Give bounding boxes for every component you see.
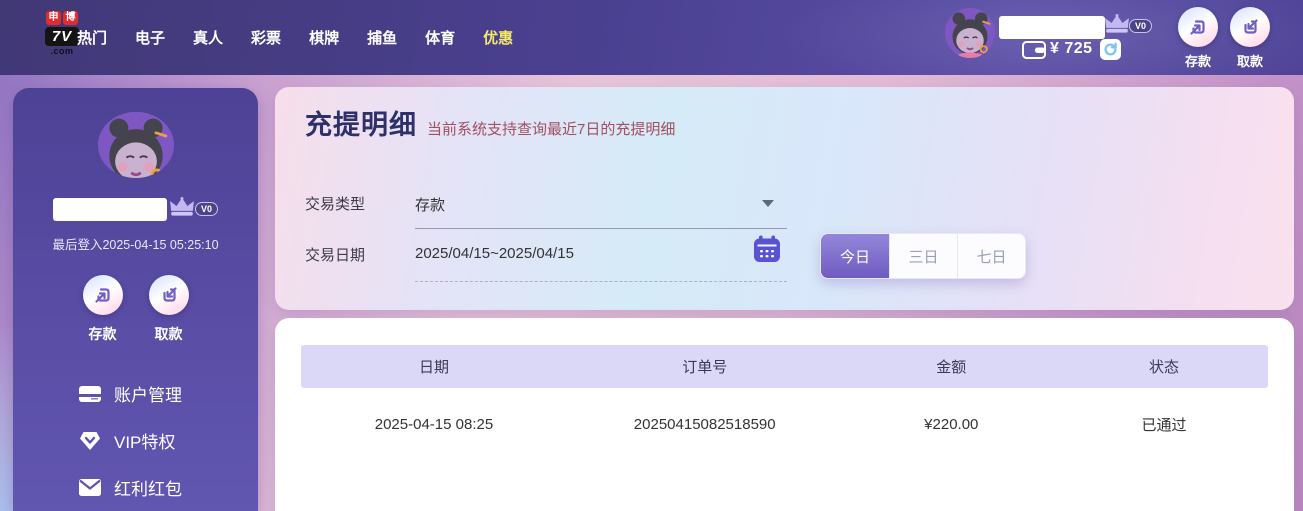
- sidebar-deposit-button[interactable]: 存款: [82, 275, 123, 344]
- sidebar-crown-icon: [169, 196, 195, 222]
- topbar: 申 博 7V .com 热门 电子 真人 彩票 棋牌 捕鱼 体育 优惠 V0 ¥…: [0, 0, 1303, 75]
- sidebar-deposit-label: 存款: [88, 326, 117, 342]
- nav-item-promo[interactable]: 优惠: [483, 27, 513, 48]
- nav-item-hot[interactable]: 热门: [77, 27, 107, 48]
- sidebar-deposit-icon: [82, 275, 123, 315]
- logo-tile-2: 博: [63, 11, 78, 25]
- sidebar-transfer-buttons: 存款 取款: [82, 275, 189, 344]
- crown-icon: [1104, 13, 1130, 39]
- sidebar-item-bonus[interactable]: 红利红包: [13, 464, 258, 511]
- range-today-button[interactable]: 今日: [821, 234, 889, 278]
- sidebar-username-redacted: [52, 197, 167, 221]
- status-badge: 已通过: [1141, 416, 1187, 434]
- page-title-row: 充提明细 当前系统支持查询最近7日的充提明细: [305, 103, 675, 142]
- column-header-status: 状态: [1149, 359, 1180, 376]
- nav-item-sports[interactable]: 体育: [425, 27, 455, 48]
- logo-cn-tiles: 申 博: [45, 11, 79, 25]
- sidebar-item-label: VIP特权: [114, 433, 176, 452]
- column-header-order: 订单号: [682, 359, 728, 376]
- withdraw-label: 取款: [1236, 54, 1263, 69]
- sidebar-user-row: V0: [52, 196, 218, 222]
- logo-suffix: .com: [50, 46, 74, 56]
- last-login-text: 最后登入2025-04-15 05:25:10: [52, 238, 219, 252]
- card-icon: [79, 385, 101, 402]
- cell-date: 2025-04-15 08:25: [374, 415, 494, 433]
- sidebar-withdraw-icon: [148, 275, 189, 315]
- table-row: 2025-04-15 08:25 20250415082518590 ¥220.…: [301, 388, 1268, 460]
- sidebar-avatar[interactable]: [97, 112, 174, 178]
- page-title: 充提明细: [305, 110, 417, 140]
- logo-tile-1: 申: [46, 11, 61, 25]
- transaction-date-label: 交易日期: [305, 247, 366, 264]
- sidebar: V0 最后登入2025-04-15 05:25:10 存款 取款 账户管理 VI…: [13, 88, 258, 511]
- transaction-date-value[interactable]: 2025/04/15~2025/04/15: [415, 245, 574, 262]
- nav-item-slots[interactable]: 电子: [135, 27, 165, 48]
- transaction-type-label: 交易类型: [305, 196, 366, 213]
- envelope-icon: [79, 479, 101, 496]
- deposit-label: 存款: [1184, 54, 1211, 69]
- cell-amount: ¥220.00: [924, 415, 979, 433]
- range-7days-button[interactable]: 七日: [957, 234, 1025, 278]
- balance-amount: ¥ 725: [1050, 40, 1093, 57]
- site-logo[interactable]: 申 博 7V .com: [45, 11, 79, 56]
- sidebar-avatar-image: [97, 112, 174, 178]
- logo-main: 7V: [45, 27, 79, 46]
- chevron-down-icon[interactable]: [762, 200, 774, 207]
- range-3days-button[interactable]: 三日: [889, 234, 957, 278]
- cell-order-number: 20250415082518590: [633, 415, 776, 433]
- deposit-icon: [1178, 7, 1218, 47]
- wallet-icon: [1022, 41, 1046, 64]
- avatar-image: [945, 8, 995, 58]
- sidebar-withdraw-label: 取款: [154, 326, 183, 342]
- nav-item-lottery[interactable]: 彩票: [251, 27, 281, 48]
- withdraw-button[interactable]: 取款: [1230, 7, 1270, 70]
- sidebar-item-account[interactable]: 账户管理: [13, 370, 258, 417]
- nav-item-fishing[interactable]: 捕鱼: [367, 27, 397, 48]
- main-nav: 热门 电子 真人 彩票 棋牌 捕鱼 体育 优惠: [77, 0, 513, 75]
- sidebar-item-label: 红利红包: [114, 480, 182, 499]
- table-header-row: 日期 订单号 金额 状态: [301, 345, 1268, 388]
- nav-item-live[interactable]: 真人: [193, 27, 223, 48]
- page-subtitle: 当前系统支持查询最近7日的充提明细: [427, 121, 676, 138]
- sidebar-item-label: 账户管理: [114, 386, 182, 405]
- date-range-group: 今日 三日 七日: [820, 233, 1026, 279]
- filters-panel: 充提明细 当前系统支持查询最近7日的充提明细 交易类型 存款 交易日期 2025…: [275, 87, 1294, 310]
- deposit-button[interactable]: 存款: [1178, 7, 1218, 70]
- username-redacted: [999, 16, 1105, 39]
- sidebar-vip-badge: V0: [194, 202, 218, 216]
- type-underline: [415, 228, 787, 229]
- refresh-balance-icon[interactable]: [1100, 39, 1121, 60]
- withdraw-icon: [1230, 7, 1270, 47]
- transaction-type-value[interactable]: 存款: [415, 194, 445, 215]
- calendar-icon[interactable]: [753, 235, 781, 268]
- sidebar-withdraw-button[interactable]: 取款: [148, 275, 189, 344]
- column-header-amount: 金额: [936, 359, 967, 376]
- records-panel: 日期 订单号 金额 状态 2025-04-15 08:25 2025041508…: [275, 318, 1294, 511]
- sidebar-menu: 账户管理 VIP特权 红利红包: [13, 370, 258, 511]
- column-header-date: 日期: [418, 359, 449, 376]
- vip-level-badge: V0: [1129, 19, 1153, 33]
- gem-icon: [79, 431, 101, 451]
- nav-item-chess[interactable]: 棋牌: [309, 27, 339, 48]
- sidebar-item-vip[interactable]: VIP特权: [13, 417, 258, 464]
- avatar[interactable]: [945, 8, 995, 58]
- date-underline: [415, 281, 787, 282]
